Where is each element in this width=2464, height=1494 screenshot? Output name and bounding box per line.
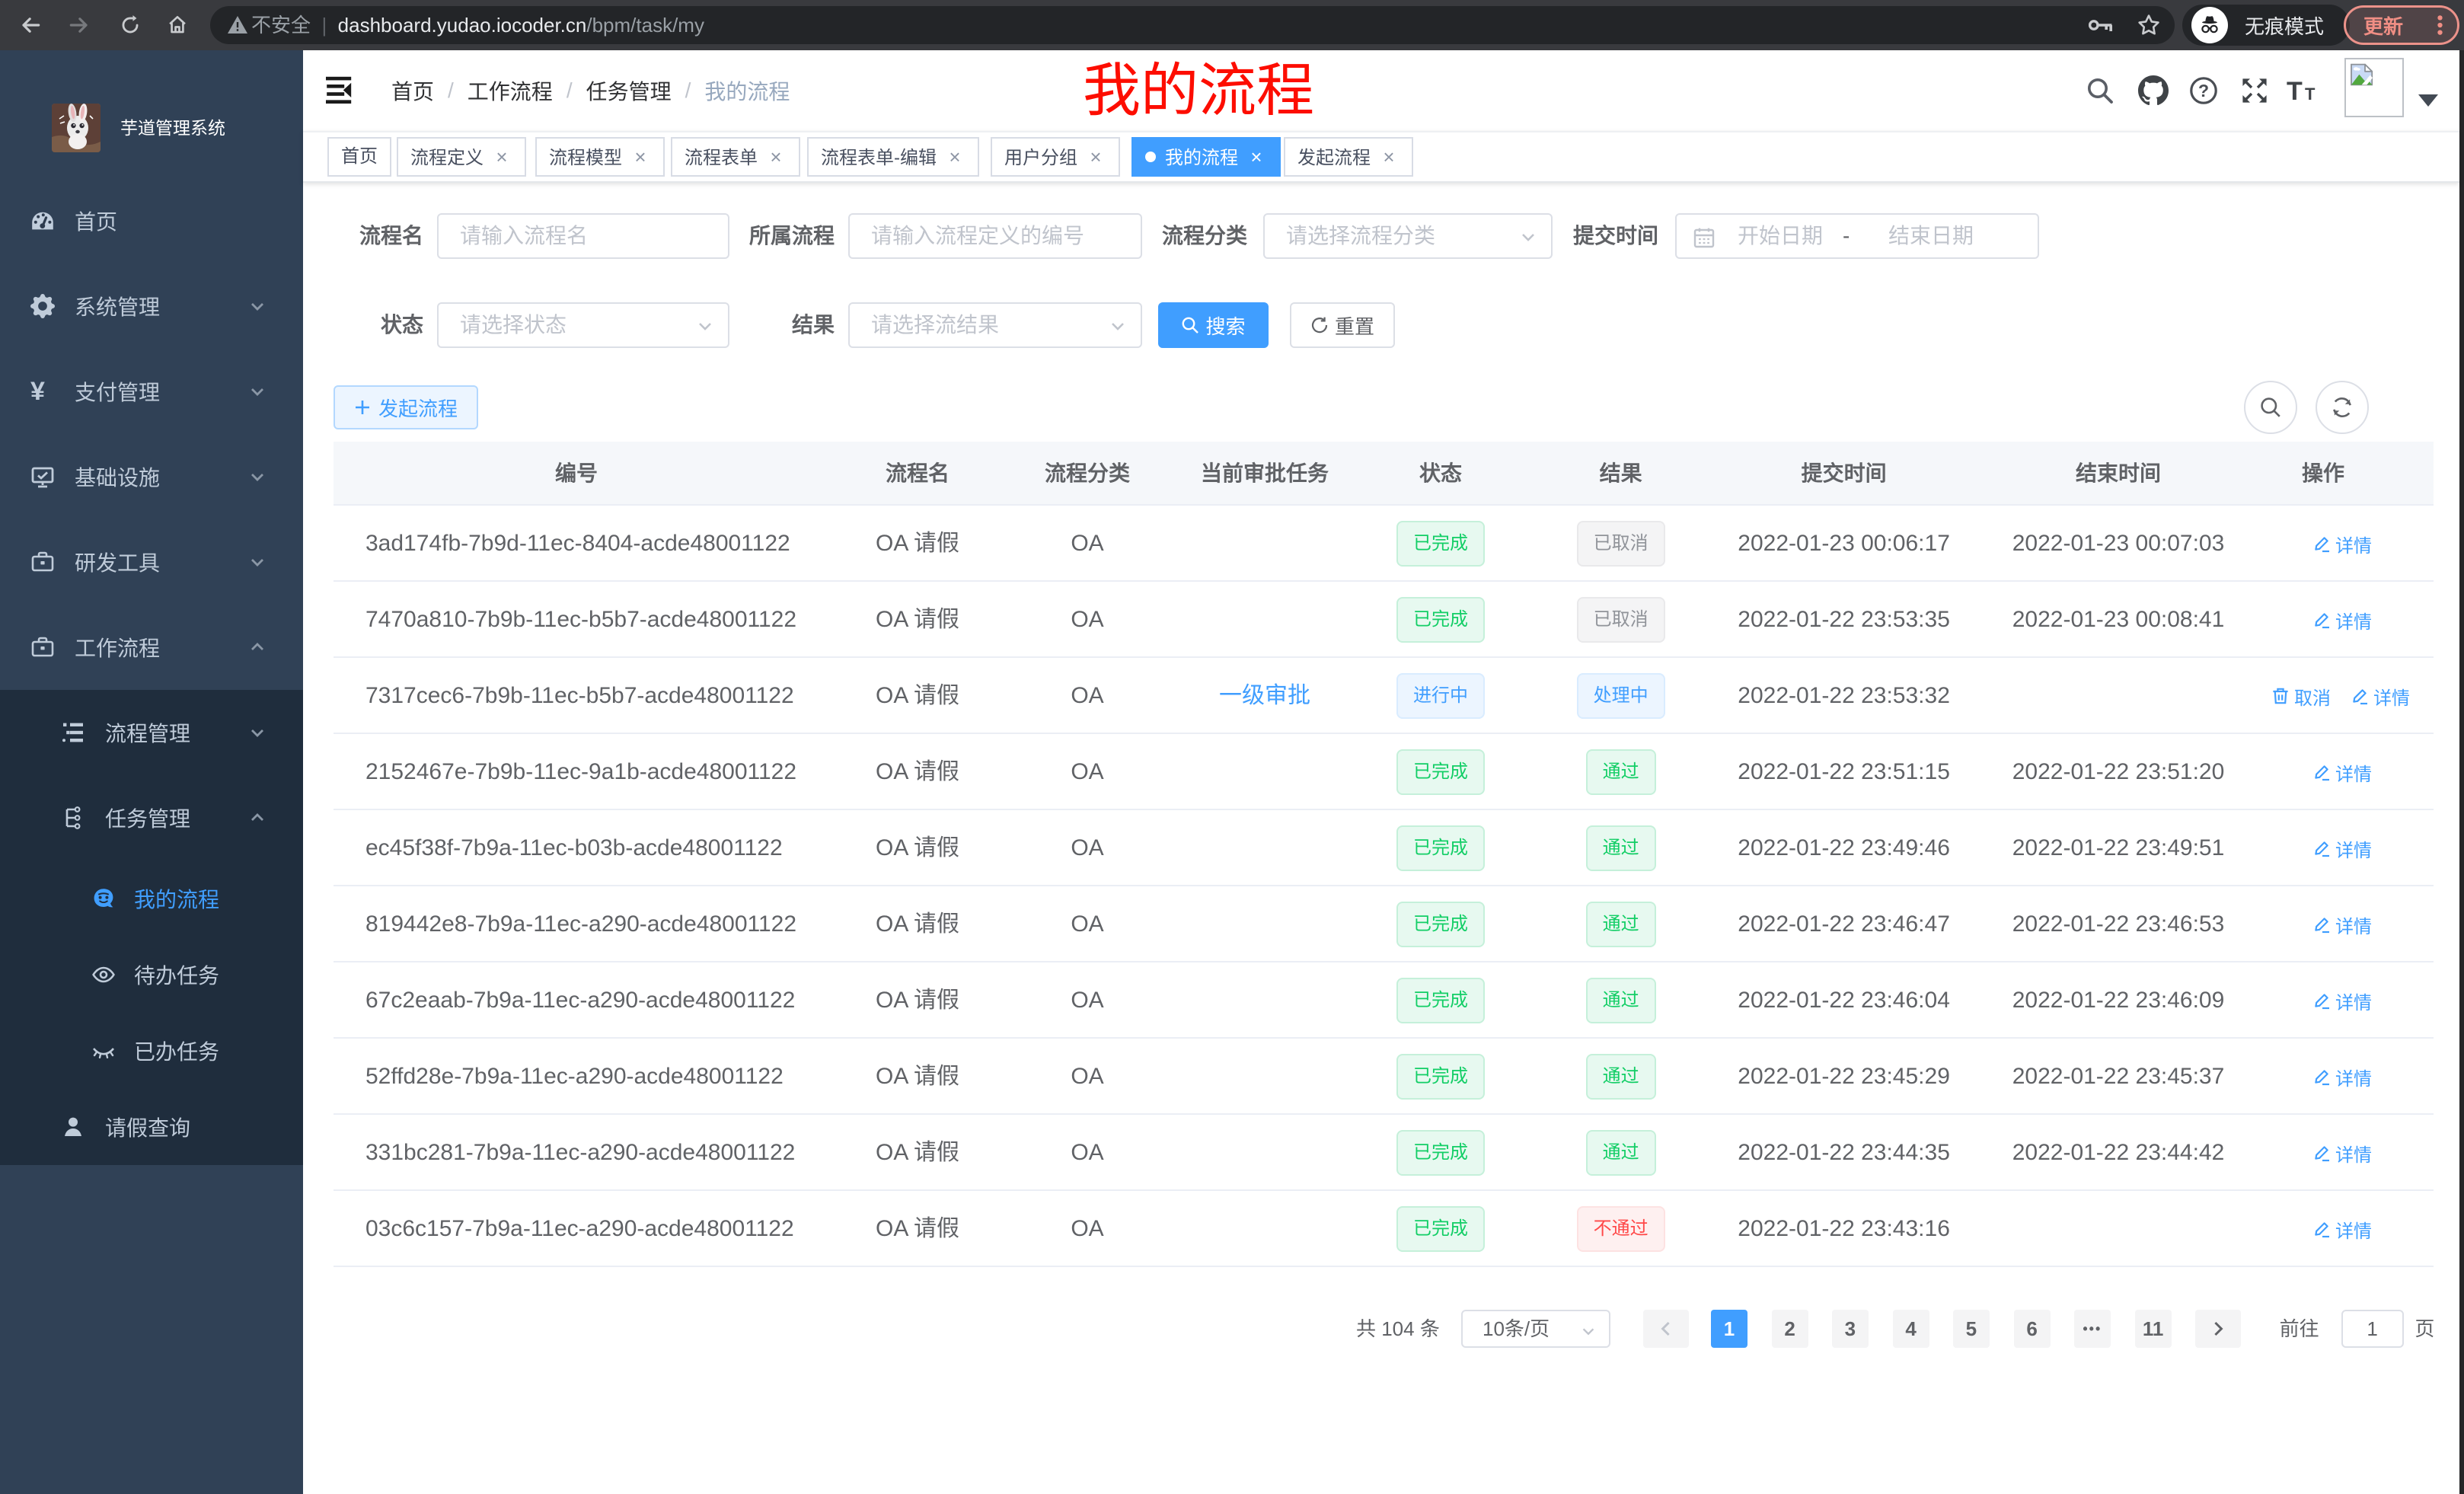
svg-text:T: T xyxy=(2305,85,2316,104)
svg-text:?: ? xyxy=(2198,81,2209,101)
svg-text:T: T xyxy=(2287,77,2303,104)
